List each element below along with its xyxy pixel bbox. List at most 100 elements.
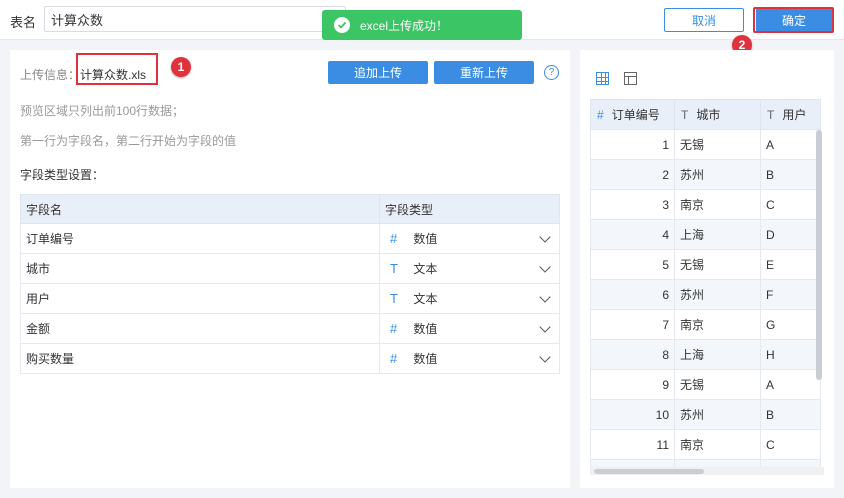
check-circle-icon — [334, 17, 350, 33]
table-name-input[interactable] — [44, 6, 346, 32]
upload-settings-panel: 上传信息： 计算众数.xls 1 追加上传 重新上传 ? 预览区域只列出前100… — [10, 50, 570, 488]
user-cell: F — [760, 279, 821, 310]
order-id-cell: 7 — [590, 309, 675, 340]
order-id-cell — [590, 459, 675, 467]
field-type-select[interactable]: # 数值 — [379, 223, 560, 254]
help-icon[interactable]: ? — [544, 65, 559, 80]
upload-info-label: 上传信息： — [20, 68, 81, 82]
text-type-icon: T — [390, 261, 398, 276]
number-type-icon: # — [390, 351, 398, 366]
number-type-icon: # — [597, 108, 604, 122]
user-cell: H — [760, 339, 821, 370]
table-row — [590, 459, 821, 467]
field-type-header: 字段类型 — [379, 194, 560, 224]
text-type-icon: T — [681, 108, 689, 122]
table-row: 10 苏州 B — [590, 399, 821, 430]
table-row: 6 苏州 F — [590, 279, 821, 310]
user-cell: D — [760, 219, 821, 250]
chevron-down-icon[interactable] — [539, 321, 551, 333]
preview-header-user: T 用户 — [760, 99, 821, 130]
field-name: 城市 — [20, 253, 380, 284]
table-view-icon[interactable] — [624, 72, 637, 85]
field-type-value: 数值 — [413, 232, 438, 246]
order-id-cell: 5 — [590, 249, 675, 280]
number-type-icon: # — [390, 231, 398, 246]
table-row: 1 无锡 A — [590, 129, 821, 160]
field-type-select[interactable]: # 数值 — [379, 313, 560, 344]
header-label: 城市 — [696, 108, 721, 122]
city-cell: 无锡 — [674, 369, 761, 400]
order-id-cell: 6 — [590, 279, 675, 310]
text-type-icon: T — [767, 108, 775, 122]
table-row: 3 南京 C — [590, 189, 821, 220]
number-type-icon: # — [390, 321, 398, 336]
table-row: 2 苏州 B — [590, 159, 821, 190]
user-cell: E — [760, 249, 821, 280]
field-name-header: 字段名 — [20, 194, 380, 224]
field-type-select[interactable]: T 文本 — [379, 253, 560, 284]
text-type-icon: T — [390, 291, 398, 306]
field-name: 金额 — [20, 313, 380, 344]
order-id-cell: 8 — [590, 339, 675, 370]
user-cell — [760, 459, 821, 467]
order-id-cell: 9 — [590, 369, 675, 400]
chevron-down-icon[interactable] — [539, 351, 551, 363]
success-toast: excel上传成功！ — [322, 10, 522, 40]
table-name-label: 表名 — [10, 15, 37, 30]
field-name: 订单编号 — [20, 223, 380, 254]
city-cell — [674, 459, 761, 467]
table-row: 订单编号 # 数值 — [20, 223, 560, 254]
user-cell: C — [760, 429, 821, 460]
city-cell: 南京 — [674, 309, 761, 340]
user-cell: B — [760, 159, 821, 190]
order-id-cell: 10 — [590, 399, 675, 430]
city-cell: 无锡 — [674, 129, 761, 160]
order-id-cell: 1 — [590, 129, 675, 160]
horizontal-scrollbar[interactable] — [594, 469, 704, 474]
city-cell: 无锡 — [674, 249, 761, 280]
field-type-value: 文本 — [413, 262, 438, 276]
preview-header-order-id: # 订单编号 — [590, 99, 675, 130]
table-row: 4 上海 D — [590, 219, 821, 250]
city-cell: 上海 — [674, 339, 761, 370]
field-name: 购买数量 — [20, 343, 380, 374]
city-cell: 苏州 — [674, 159, 761, 190]
vertical-scrollbar[interactable] — [816, 130, 822, 380]
table-row: 8 上海 H — [590, 339, 821, 370]
field-type-select[interactable]: # 数值 — [379, 343, 560, 374]
grid-view-icon[interactable] — [596, 72, 609, 85]
user-cell: A — [760, 369, 821, 400]
order-id-cell: 11 — [590, 429, 675, 460]
field-name: 用户 — [20, 283, 380, 314]
table-row: 城市 T 文本 — [20, 253, 560, 284]
table-row: 7 南京 G — [590, 309, 821, 340]
field-type-select[interactable]: T 文本 — [379, 283, 560, 314]
chevron-down-icon[interactable] — [539, 261, 551, 273]
table-row: 9 无锡 A — [590, 369, 821, 400]
append-upload-button[interactable]: 追加上传 — [328, 61, 428, 84]
table-row: 5 无锡 E — [590, 249, 821, 280]
city-cell: 苏州 — [674, 279, 761, 310]
toast-message: excel上传成功！ — [360, 18, 449, 33]
preview-table: # 订单编号 T 城市 T 用户 1 无锡 A 2 苏州 B 3 南京 C 4 上海 D 5 无锡 E 6 苏州 F 7 南… — [590, 99, 821, 467]
city-cell: 上海 — [674, 219, 761, 250]
chevron-down-icon[interactable] — [539, 291, 551, 303]
preview-table-container[interactable]: # 订单编号 T 城市 T 用户 1 无锡 A 2 苏州 B 3 南京 C 4 上海 D 5 无锡 E 6 苏州 F 7 南… — [590, 99, 824, 467]
user-cell: B — [760, 399, 821, 430]
table-row: 11 南京 C — [590, 429, 821, 460]
preview-header-city: T 城市 — [674, 99, 761, 130]
data-preview-panel: # 订单编号 T 城市 T 用户 1 无锡 A 2 苏州 B 3 南京 C 4 上海 D 5 无锡 E 6 苏州 F 7 南… — [580, 50, 834, 488]
order-id-cell: 3 — [590, 189, 675, 220]
city-cell: 南京 — [674, 189, 761, 220]
preview-note: 预览区域只列出前100行数据； — [20, 104, 185, 118]
order-id-cell: 2 — [590, 159, 675, 190]
cancel-button[interactable]: 取消 — [664, 8, 744, 32]
city-cell: 南京 — [674, 429, 761, 460]
table-row: 用户 T 文本 — [20, 283, 560, 314]
reupload-button[interactable]: 重新上传 — [434, 61, 534, 84]
field-settings-title: 字段类型设置： — [20, 168, 105, 182]
chevron-down-icon[interactable] — [539, 231, 551, 243]
confirm-button[interactable]: 确定 — [756, 8, 832, 32]
user-cell: C — [760, 189, 821, 220]
field-type-value: 文本 — [413, 292, 438, 306]
